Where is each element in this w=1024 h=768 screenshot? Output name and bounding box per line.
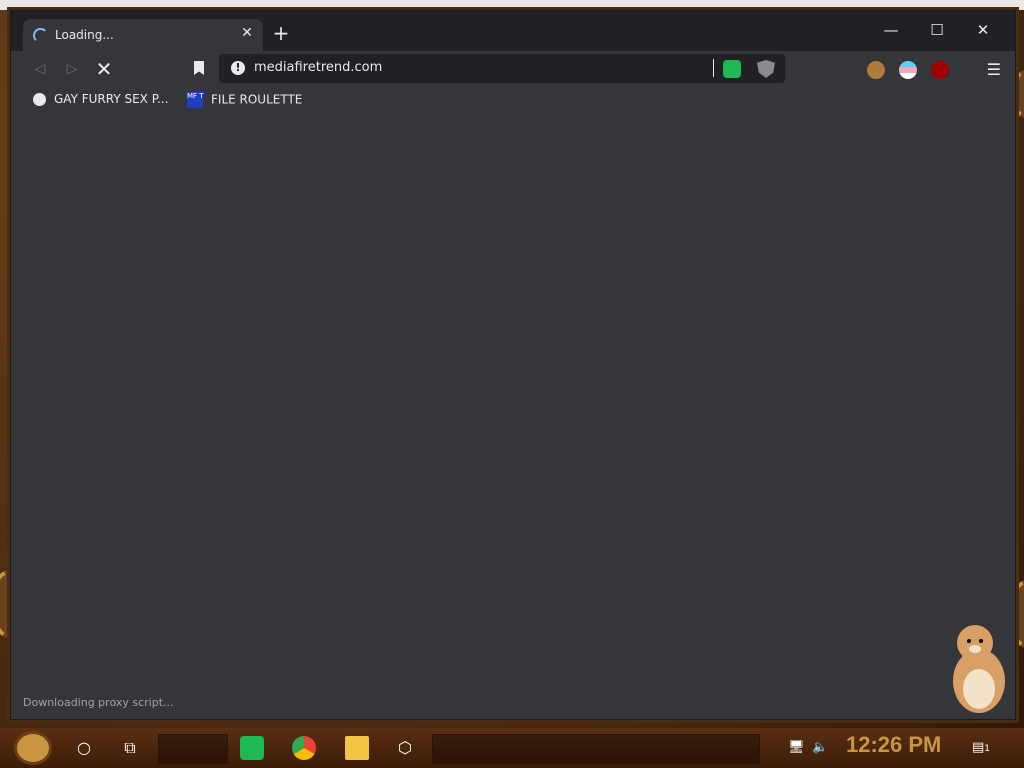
globe-icon <box>33 93 46 106</box>
bookmark-label: FILE ROULETTE <box>211 92 303 107</box>
taskbar-app-slot <box>158 734 228 764</box>
status-bubble: Downloading proxy script... <box>23 696 174 709</box>
start-button[interactable] <box>14 731 52 765</box>
forward-button[interactable]: ▷ <box>61 58 83 80</box>
file-explorer-icon[interactable] <box>345 736 369 760</box>
menu-icon[interactable]: ☰ <box>987 60 1001 79</box>
minimize-button[interactable]: — <box>869 17 913 43</box>
tab-title: Loading... <box>55 28 114 42</box>
maximize-button[interactable]: ☐ <box>915 17 959 43</box>
shield-icon[interactable] <box>757 60 775 78</box>
close-window-button[interactable]: ✕ <box>961 17 1005 43</box>
back-button[interactable]: ◁ <box>29 58 51 80</box>
notifications-icon[interactable]: ▤1 <box>972 740 990 755</box>
url-text[interactable]: mediafiretrend.com <box>254 60 382 75</box>
green-app-icon[interactable] <box>240 736 264 760</box>
title-bar: Loading... ✕ + — ☐ ✕ <box>11 11 1015 51</box>
chrome-icon[interactable] <box>292 736 316 760</box>
volume-muted-icon[interactable]: 🔈 <box>812 740 828 755</box>
search-icon[interactable]: ○ <box>72 736 96 760</box>
page-content: Downloading proxy script... <box>11 115 1015 719</box>
notification-count: 1 <box>984 744 991 754</box>
mft-icon: MF T <box>187 92 204 108</box>
taskbar: ○ ⧉ ⬡ 🖥 🔈 12:26 PM ▤1 <box>0 728 1024 768</box>
clock[interactable]: 12:26 PM <box>846 732 941 758</box>
desktop-top-strip <box>0 0 1024 10</box>
bookmark-label: GAY FURRY SEX P... <box>54 92 169 106</box>
tab-active[interactable]: Loading... ✕ <box>23 19 263 51</box>
tab-close-button[interactable]: ✕ <box>239 25 255 41</box>
bookmark-icon[interactable] <box>194 61 204 75</box>
bookmarks-bar: GAY FURRY SEX P... MF T FILE ROULETTE <box>11 87 1015 115</box>
hamster-mascot <box>953 625 1005 713</box>
ublock-icon[interactable] <box>931 61 949 79</box>
loading-spinner-icon <box>33 28 48 43</box>
bookmark-item[interactable]: MF T FILE ROULETTE <box>187 92 302 110</box>
network-icon[interactable]: 🖥 <box>788 740 805 755</box>
stop-button[interactable]: ✕ <box>93 58 115 80</box>
bookmark-item[interactable]: GAY FURRY SEX P... <box>33 92 169 110</box>
extension-avatar-icon[interactable] <box>867 61 885 79</box>
extension-flag-icon[interactable] <box>899 61 917 79</box>
extension-green-icon[interactable] <box>723 60 741 78</box>
new-tab-button[interactable]: + <box>271 23 291 43</box>
taskbar-app-slot <box>432 734 760 764</box>
task-view-icon[interactable]: ⧉ <box>118 736 142 760</box>
virtualbox-icon[interactable]: ⬡ <box>393 736 417 760</box>
omnibox-divider <box>713 59 714 77</box>
site-info-icon[interactable]: ! <box>231 61 245 75</box>
navigation-toolbar: ◁ ▷ ✕ ! mediafiretrend.com ☰ <box>11 51 1015 87</box>
address-bar[interactable]: ! mediafiretrend.com <box>219 54 785 83</box>
browser-window: Loading... ✕ + — ☐ ✕ ◁ ▷ ✕ ! mediafiretr… <box>10 10 1016 720</box>
